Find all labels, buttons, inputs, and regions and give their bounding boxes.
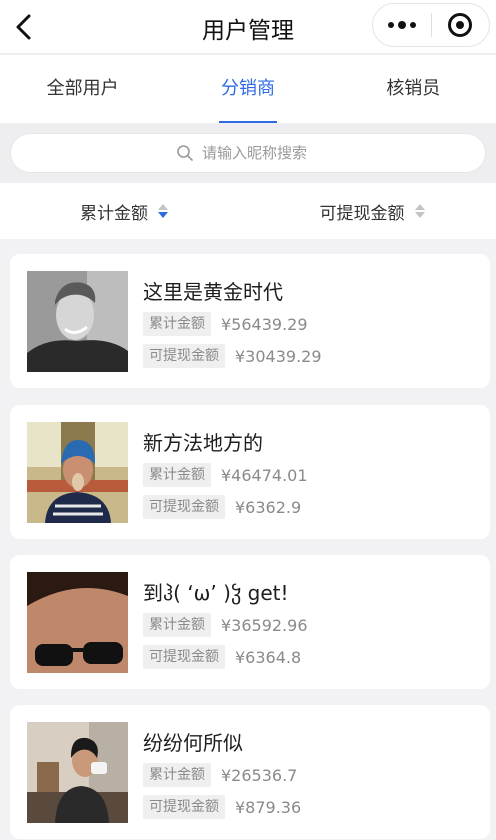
sort-arrows-icon bbox=[414, 204, 425, 218]
avatar bbox=[27, 422, 128, 523]
search-icon bbox=[177, 145, 193, 161]
user-card[interactable]: 纷纷何所似 累计金额 ¥26536.7 可提现金额 ¥879.36 bbox=[10, 705, 490, 839]
avatar bbox=[27, 271, 128, 372]
total-amount-tag: 累计金额 bbox=[143, 463, 211, 487]
total-amount-row: 累计金额 ¥36592.96 bbox=[143, 613, 308, 637]
user-name: 新方法地方的 bbox=[143, 431, 263, 455]
total-amount-value: ¥46474.01 bbox=[221, 465, 308, 485]
withdrawable-amount-tag: 可提现金额 bbox=[143, 645, 225, 669]
sort-arrows-icon bbox=[158, 204, 168, 218]
close-button[interactable] bbox=[431, 4, 489, 46]
user-card[interactable]: 这里是黄金时代 累计金额 ¥56439.29 可提现金额 ¥30439.29 bbox=[10, 254, 490, 388]
tab-verifiers[interactable]: 核销员 bbox=[331, 55, 496, 123]
total-amount-row: 累计金额 ¥46474.01 bbox=[143, 463, 308, 487]
withdrawable-amount-row: 可提现金额 ¥6362.9 bbox=[143, 495, 301, 519]
back-button[interactable] bbox=[6, 9, 42, 45]
withdrawable-amount-row: 可提现金额 ¥6364.8 bbox=[143, 645, 301, 669]
user-name: 到ჰ( ‘ω’ )ჴ get! bbox=[143, 581, 289, 605]
user-card[interactable]: 新方法地方的 累计金额 ¥46474.01 可提现金额 ¥6362.9 bbox=[10, 405, 490, 539]
mini-program-capsule bbox=[372, 3, 490, 47]
user-card[interactable]: 到ჰ( ‘ω’ )ჴ get! 累计金额 ¥36592.96 可提现金额 ¥63… bbox=[10, 555, 490, 689]
sort-total-amount[interactable]: 累计金额 bbox=[0, 183, 248, 239]
target-close-icon bbox=[448, 13, 473, 37]
total-amount-value: ¥26536.7 bbox=[221, 765, 298, 785]
search-box[interactable] bbox=[10, 133, 486, 173]
tab-all-users[interactable]: 全部用户 bbox=[0, 55, 165, 123]
user-name: 纷纷何所似 bbox=[143, 731, 243, 755]
nav-bar: 用户管理 bbox=[0, 0, 496, 54]
more-dots-icon bbox=[387, 21, 416, 29]
total-amount-tag: 累计金额 bbox=[143, 763, 211, 787]
withdrawable-amount-value: ¥6364.8 bbox=[235, 647, 302, 667]
total-amount-tag: 累计金额 bbox=[143, 613, 211, 637]
tab-bar: 全部用户 分销商 核销员 bbox=[0, 55, 496, 123]
withdrawable-amount-row: 可提现金额 ¥30439.29 bbox=[143, 344, 322, 368]
sort-withdrawable-amount[interactable]: 可提现金额 bbox=[248, 183, 496, 239]
withdrawable-amount-value: ¥30439.29 bbox=[235, 346, 322, 366]
user-name: 这里是黄金时代 bbox=[143, 280, 283, 304]
search-area bbox=[0, 123, 496, 183]
total-amount-tag: 累计金额 bbox=[143, 312, 211, 336]
withdrawable-amount-tag: 可提现金额 bbox=[143, 344, 225, 368]
sort-total-label: 累计金额 bbox=[80, 203, 148, 224]
search-input[interactable] bbox=[202, 144, 320, 162]
withdrawable-amount-value: ¥879.36 bbox=[235, 797, 302, 817]
sort-bar: 累计金额 可提现金额 bbox=[0, 183, 496, 239]
sort-withdrawable-label: 可提现金额 bbox=[319, 203, 405, 224]
total-amount-row: 累计金额 ¥26536.7 bbox=[143, 763, 297, 787]
withdrawable-amount-row: 可提现金额 ¥879.36 bbox=[143, 795, 301, 819]
chevron-left-icon bbox=[16, 14, 31, 40]
total-amount-value: ¥56439.29 bbox=[221, 314, 308, 334]
total-amount-value: ¥36592.96 bbox=[221, 615, 308, 635]
withdrawable-amount-tag: 可提现金额 bbox=[143, 495, 225, 519]
tab-distributors[interactable]: 分销商 bbox=[165, 55, 330, 123]
withdrawable-amount-value: ¥6362.9 bbox=[235, 497, 302, 517]
avatar bbox=[27, 572, 128, 673]
total-amount-row: 累计金额 ¥56439.29 bbox=[143, 312, 308, 336]
avatar bbox=[27, 722, 128, 823]
withdrawable-amount-tag: 可提现金额 bbox=[143, 795, 225, 819]
more-button[interactable] bbox=[373, 4, 431, 46]
